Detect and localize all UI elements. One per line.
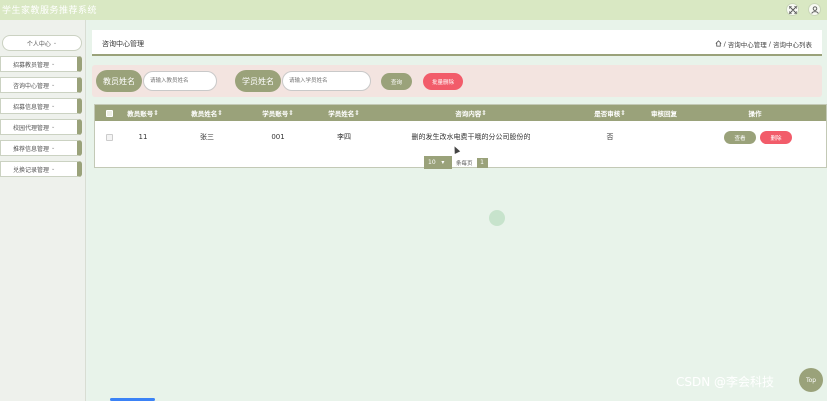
col-review-reply: 审核回复: [651, 110, 677, 118]
chevron-down-icon: ⌄: [51, 103, 56, 109]
breadcrumb-item-consult-list: 咨询中心列表: [773, 41, 812, 49]
sidebar-item-recruit-info[interactable]: 招募信息管理 ⌄: [0, 98, 82, 114]
chevron-down-icon: ⌄: [51, 145, 56, 151]
page-button-current[interactable]: 1: [476, 157, 488, 168]
chevron-down-icon: ⌄: [52, 40, 58, 46]
home-icon[interactable]: [715, 39, 722, 49]
row-checkbox[interactable]: [103, 127, 115, 147]
cell-teacher-name: 张三: [200, 133, 214, 141]
breadcrumb-separator: /: [723, 40, 726, 48]
sidebar-item-exchange-records[interactable]: 兑换记录管理 ⌄: [0, 161, 82, 177]
breadcrumb: / 咨询中心管理 / 咨询中心列表: [715, 39, 812, 49]
delete-button[interactable]: 删除: [760, 131, 792, 144]
select-all-checkbox[interactable]: [103, 105, 115, 121]
chevron-down-icon: ⌄: [51, 61, 56, 67]
col-teacher-name[interactable]: 教员姓名 ⇕: [171, 105, 243, 121]
cell-student-account: 001: [271, 133, 285, 141]
page-title: 咨询中心管理: [102, 40, 144, 48]
sidebar-item-recruit-teachers[interactable]: 招募教员管理 ⌄: [0, 56, 82, 72]
student-name-input[interactable]: [282, 71, 371, 91]
loading-indicator: [489, 210, 505, 226]
page-size-select[interactable]: 10 ▾: [424, 156, 452, 169]
breadcrumb-card: 咨询中心管理 / 咨询中心管理 / 咨询中心列表: [92, 30, 822, 56]
sidebar-item-personal-center[interactable]: 个人中心 ⌄: [2, 35, 82, 51]
sidebar-item-label: 推荐信息管理: [13, 145, 50, 153]
col-reviewed[interactable]: 是否审核 ⇕: [585, 105, 635, 121]
user-icon[interactable]: [808, 3, 821, 16]
teacher-name-input[interactable]: [143, 71, 217, 91]
main-content: 咨询中心管理 / 咨询中心管理 / 咨询中心列表 教员姓名 学员姓名 查询 批量…: [88, 20, 827, 401]
pagination: 10 ▾ 条每页 1: [424, 156, 488, 169]
breadcrumb-separator: /: [768, 40, 771, 48]
student-name-label: 学员姓名: [235, 70, 281, 92]
sidebar-item-label: 个人中心: [26, 40, 51, 48]
batch-delete-button[interactable]: 批量删除: [423, 73, 463, 90]
col-consult-content[interactable]: 咨询内容 ⇕: [375, 105, 567, 121]
chevron-down-icon: ⌄: [51, 82, 56, 88]
teacher-name-label: 教员姓名: [96, 70, 142, 92]
search-bar: 教员姓名 学员姓名 查询 批量删除: [92, 65, 822, 97]
sidebar-item-label: 咨询中心管理: [13, 82, 50, 90]
col-student-account[interactable]: 学员账号 ⇕: [243, 105, 313, 121]
sidebar-item-recommend-info[interactable]: 推荐信息管理 ⌄: [0, 140, 82, 156]
sidebar-item-label: 招募信息管理: [13, 103, 50, 111]
watermark: CSDN @李会科技: [676, 375, 775, 389]
sidebar-item-label: 校园代理管理: [13, 124, 50, 132]
top-bar: 学生家教服务推荐系统: [0, 0, 827, 20]
chevron-down-icon: ⌄: [51, 124, 56, 130]
back-to-top-button[interactable]: Top: [799, 368, 823, 392]
per-page-label: 条每页: [456, 160, 473, 167]
search-button[interactable]: 查询: [381, 73, 412, 90]
sidebar-item-campus-agent[interactable]: 校园代理管理 ⌄: [0, 119, 82, 135]
table-header: 教员账号 ⇕ 教员姓名 ⇕ 学员账号 ⇕ 学员姓名 ⇕ 咨询内容 ⇕ 是否审核 ⇕ 审核回复…: [95, 105, 826, 121]
col-actions: 操作: [748, 110, 762, 118]
col-teacher-account[interactable]: 教员账号 ⇕: [115, 105, 171, 121]
view-button[interactable]: 查看: [724, 131, 756, 144]
sidebar-item-label: 兑换记录管理: [13, 166, 50, 174]
breadcrumb-item-consult-manage[interactable]: 咨询中心管理: [728, 39, 767, 49]
sidebar: 个人中心 ⌄ 招募教员管理 ⌄ 咨询中心管理 ⌄ 招募信息管理 ⌄ 校园代理管理 ⌄ 推荐…: [0, 20, 86, 401]
cell-reviewed: 否: [606, 133, 614, 141]
table-row: 11 张三 001 李四 删的发生改水电费干哦的分公司股份的 否 查看 删除: [95, 127, 826, 147]
fullscreen-icon[interactable]: [786, 3, 799, 16]
app-title: 学生家教服务推荐系统: [2, 6, 98, 16]
col-student-name[interactable]: 学员姓名 ⇕: [313, 105, 375, 121]
chevron-down-icon: ⌄: [51, 166, 56, 172]
cell-review-reply: [638, 127, 690, 147]
cell-teacher-account: 11: [138, 133, 148, 141]
cell-consult-content: 删的发生改水电费干哦的分公司股份的: [411, 133, 531, 141]
sidebar-item-consult-center[interactable]: 咨询中心管理 ⌄: [0, 77, 82, 93]
sidebar-item-label: 招募教员管理: [13, 61, 50, 69]
cell-student-name: 李四: [337, 133, 351, 141]
